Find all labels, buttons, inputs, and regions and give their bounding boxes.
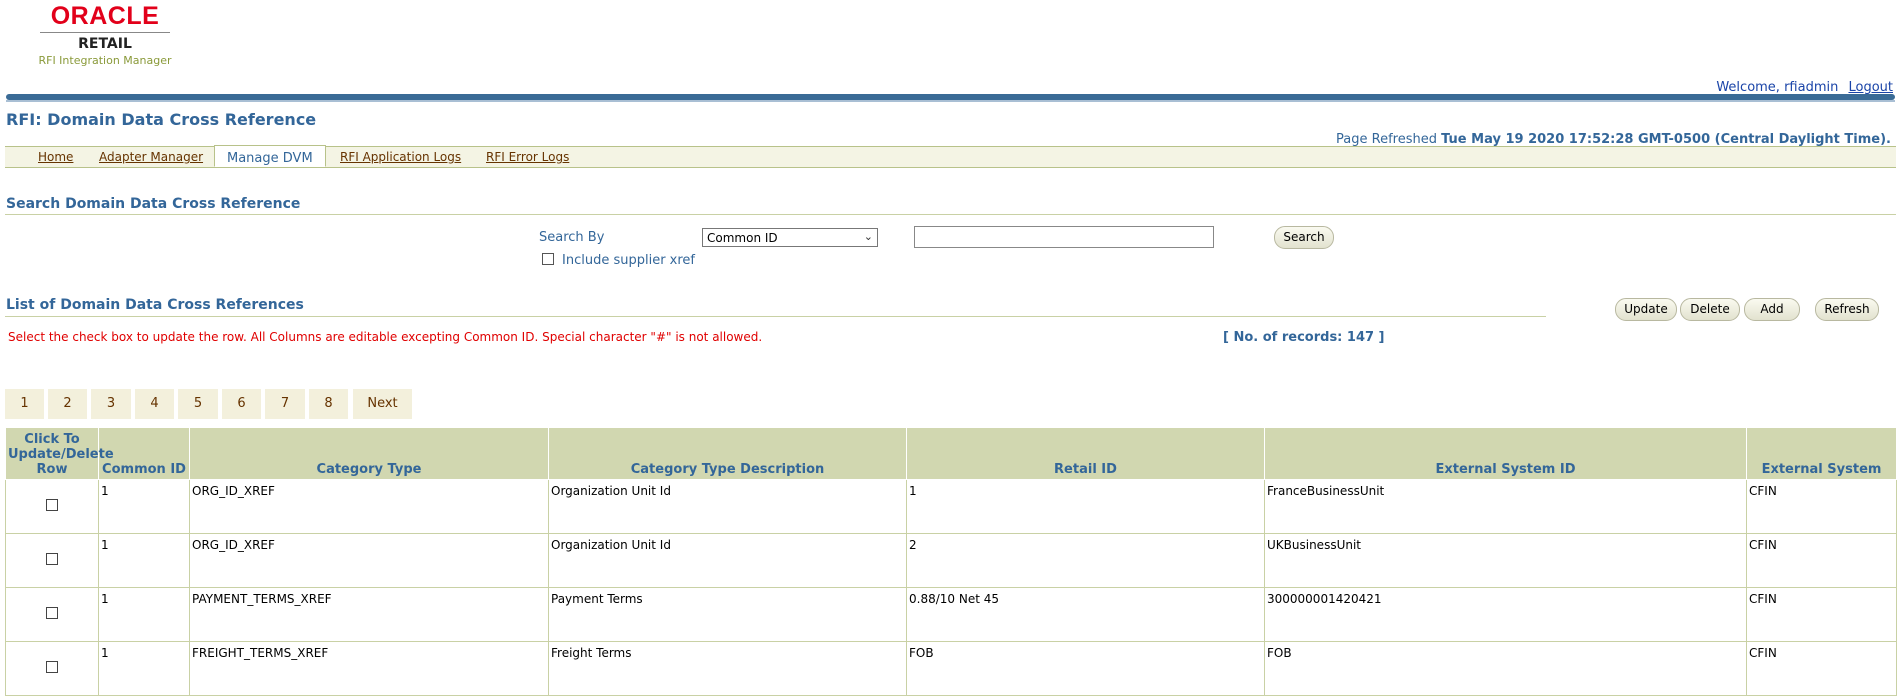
page-link-3[interactable]: 3 bbox=[91, 389, 131, 419]
row-select-checkbox[interactable] bbox=[46, 607, 58, 619]
column-header-external-system: External System bbox=[1746, 427, 1897, 480]
cell-description[interactable]: Freight Terms bbox=[548, 641, 907, 696]
tab-home[interactable]: Home bbox=[38, 150, 73, 164]
logo-oracle-text: ORACLE bbox=[50, 2, 160, 30]
include-supplier-label: Include supplier xref bbox=[562, 253, 695, 268]
tab-manage-dvm[interactable]: Manage DVM bbox=[214, 145, 326, 167]
table-row: 1 ORG_ID_XREF Organization Unit Id 1 Fra… bbox=[5, 479, 1897, 534]
refresh-button[interactable]: Refresh bbox=[1815, 298, 1879, 321]
column-header-category-type: Category Type bbox=[189, 427, 549, 480]
cell-description[interactable]: Organization Unit Id bbox=[548, 479, 907, 534]
chevron-down-icon: ⌄ bbox=[863, 230, 873, 243]
cell-external-system-id[interactable]: UKBusinessUnit bbox=[1264, 533, 1747, 588]
row-select-checkbox[interactable] bbox=[46, 553, 58, 565]
cell-external-system[interactable]: CFIN bbox=[1746, 641, 1897, 696]
page-refreshed-value: Tue May 19 2020 17:52:28 GMT-0500 (Centr… bbox=[1441, 132, 1891, 147]
update-button[interactable]: Update bbox=[1615, 298, 1677, 321]
cell-external-system-id[interactable]: FOB bbox=[1264, 641, 1747, 696]
logo-retail-text: RETAIL bbox=[78, 36, 132, 52]
page-refreshed-label: Page Refreshed bbox=[1336, 132, 1437, 147]
cell-external-system-id[interactable]: 300000001420421 bbox=[1264, 587, 1747, 642]
search-section-header: Search Domain Data Cross Reference bbox=[6, 196, 301, 212]
table-row: 1 PAYMENT_TERMS_XREF Payment Terms 0.88/… bbox=[5, 587, 1897, 642]
cell-external-system[interactable]: CFIN bbox=[1746, 533, 1897, 588]
welcome-area: Welcome, rfiadmin Logout bbox=[1716, 80, 1893, 95]
cell-category-type[interactable]: PAYMENT_TERMS_XREF bbox=[189, 587, 549, 642]
record-count: [ No. of records: 147 ] bbox=[1223, 330, 1385, 345]
tab-adapter-manager[interactable]: Adapter Manager bbox=[99, 150, 203, 164]
tab-rfi-error-logs[interactable]: RFI Error Logs bbox=[486, 150, 569, 164]
cell-external-system[interactable]: CFIN bbox=[1746, 587, 1897, 642]
header-bar-shadow bbox=[6, 100, 1895, 102]
cell-external-system-id[interactable]: FranceBusinessUnit bbox=[1264, 479, 1747, 534]
column-header-retail-id: Retail ID bbox=[906, 427, 1265, 480]
cell-category-type[interactable]: ORG_ID_XREF bbox=[189, 479, 549, 534]
list-section-divider bbox=[5, 316, 1546, 317]
cell-category-type[interactable]: FREIGHT_TERMS_XREF bbox=[189, 641, 549, 696]
page-link-next[interactable]: Next bbox=[353, 389, 412, 419]
search-section-divider bbox=[5, 214, 1896, 215]
search-input[interactable] bbox=[914, 226, 1214, 248]
cell-retail-id[interactable]: 0.88/10 Net 45 bbox=[906, 587, 1265, 642]
add-button[interactable]: Add bbox=[1744, 298, 1800, 321]
page-link-6[interactable]: 6 bbox=[222, 389, 261, 419]
row-select-cell bbox=[5, 479, 99, 534]
logo-divider bbox=[40, 32, 170, 33]
page-link-1[interactable]: 1 bbox=[5, 389, 44, 419]
row-select-cell bbox=[5, 587, 99, 642]
table-header-row: Click To Update/Delete Row Common ID Cat… bbox=[5, 427, 1897, 480]
cell-category-type[interactable]: ORG_ID_XREF bbox=[189, 533, 549, 588]
row-select-checkbox[interactable] bbox=[46, 661, 58, 673]
column-header-external-system-id: External System ID bbox=[1264, 427, 1747, 480]
page-link-5[interactable]: 5 bbox=[178, 389, 218, 419]
page-title: RFI: Domain Data Cross Reference bbox=[6, 110, 317, 129]
column-header-category-type-description: Category Type Description bbox=[548, 427, 907, 480]
cell-retail-id[interactable]: FOB bbox=[906, 641, 1265, 696]
row-select-cell bbox=[5, 533, 99, 588]
include-supplier-checkbox[interactable] bbox=[542, 253, 554, 265]
search-by-select[interactable]: Common ID ⌄ bbox=[702, 228, 878, 247]
page-link-8[interactable]: 8 bbox=[309, 389, 348, 419]
row-select-cell bbox=[5, 641, 99, 696]
column-header-select: Click To Update/Delete Row bbox=[5, 427, 114, 480]
cell-retail-id[interactable]: 2 bbox=[906, 533, 1265, 588]
logout-link[interactable]: Logout bbox=[1848, 80, 1893, 95]
cell-retail-id[interactable]: 1 bbox=[906, 479, 1265, 534]
cell-common-id[interactable]: 1 bbox=[98, 641, 190, 696]
cell-external-system[interactable]: CFIN bbox=[1746, 479, 1897, 534]
table-row: 1 FREIGHT_TERMS_XREF Freight Terms FOB F… bbox=[5, 641, 1897, 696]
tab-bar: Home Adapter Manager Manage DVM RFI Appl… bbox=[5, 145, 1896, 168]
page-link-4[interactable]: 4 bbox=[135, 389, 174, 419]
tab-rfi-application-logs[interactable]: RFI Application Logs bbox=[340, 150, 461, 164]
welcome-text: Welcome, rfiadmin bbox=[1716, 80, 1839, 95]
cell-common-id[interactable]: 1 bbox=[98, 479, 190, 534]
page-link-2[interactable]: 2 bbox=[48, 389, 87, 419]
row-select-checkbox[interactable] bbox=[46, 499, 58, 511]
oracle-retail-logo: ORACLE RETAIL RFI Integration Manager bbox=[30, 2, 180, 67]
cell-common-id[interactable]: 1 bbox=[98, 587, 190, 642]
search-by-selected-value: Common ID bbox=[707, 231, 778, 245]
cell-description[interactable]: Payment Terms bbox=[548, 587, 907, 642]
cell-common-id[interactable]: 1 bbox=[98, 533, 190, 588]
search-button[interactable]: Search bbox=[1274, 226, 1334, 249]
logo-product-name: RFI Integration Manager bbox=[38, 54, 172, 67]
list-section-header: List of Domain Data Cross References bbox=[6, 297, 304, 313]
cell-description[interactable]: Organization Unit Id bbox=[548, 533, 907, 588]
delete-button[interactable]: Delete bbox=[1680, 298, 1740, 321]
page-link-7[interactable]: 7 bbox=[265, 389, 305, 419]
cross-reference-table: Click To Update/Delete Row Common ID Cat… bbox=[5, 427, 1897, 696]
table-row: 1 ORG_ID_XREF Organization Unit Id 2 UKB… bbox=[5, 533, 1897, 588]
search-by-label: Search By bbox=[539, 230, 605, 245]
instruction-text: Select the check box to update the row. … bbox=[8, 330, 763, 344]
page-refreshed: Page Refreshed Tue May 19 2020 17:52:28 … bbox=[1336, 132, 1891, 147]
